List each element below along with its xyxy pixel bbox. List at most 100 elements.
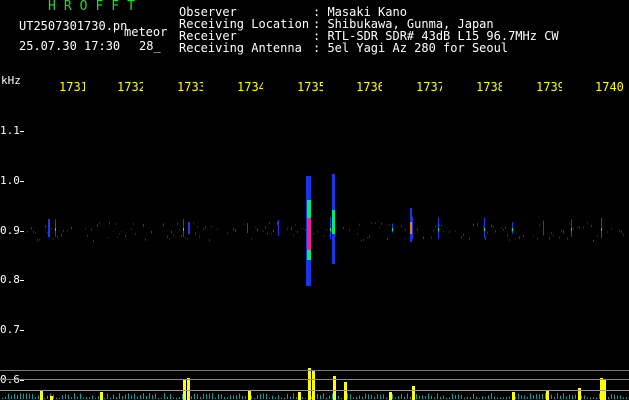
noise-speck <box>99 222 100 224</box>
noise-speck <box>121 230 122 233</box>
noise-trace <box>503 397 504 399</box>
meteor-streak-core <box>512 228 513 231</box>
signal-trace-spike <box>308 368 311 400</box>
noise-speck <box>97 224 98 227</box>
noise-trace <box>35 396 36 399</box>
noise-trace <box>86 396 87 399</box>
noise-speck <box>211 225 212 228</box>
noise-trace <box>182 394 183 399</box>
noise-trace <box>476 396 477 399</box>
noise-trace <box>71 397 72 399</box>
noise-trace <box>131 395 132 399</box>
noise-trace <box>224 396 225 399</box>
noise-trace <box>515 397 516 399</box>
noise-speck <box>119 233 120 235</box>
noise-speck <box>51 228 52 230</box>
noise-trace <box>371 394 372 399</box>
noise-speck <box>579 226 580 229</box>
noise-trace <box>191 396 192 399</box>
noise-trace <box>203 393 204 399</box>
noise-trace <box>32 394 33 399</box>
noise-speck <box>93 239 94 242</box>
noise-trace <box>176 397 177 399</box>
noise-speck <box>433 229 434 232</box>
noise-trace <box>401 394 402 399</box>
noise-speck <box>209 239 210 242</box>
noise-trace <box>530 393 531 399</box>
noise-speck <box>61 234 62 237</box>
noise-trace <box>494 396 495 399</box>
noise-trace <box>20 393 21 399</box>
noise-speck <box>583 226 584 229</box>
noise-speck <box>389 224 390 226</box>
signal-trace-spike <box>344 382 347 400</box>
noise-speck <box>437 225 438 227</box>
noise-trace <box>482 396 483 399</box>
noise-speck <box>195 231 196 235</box>
noise-trace <box>425 396 426 399</box>
noise-speck <box>371 222 372 224</box>
noise-trace <box>320 395 321 399</box>
noise-trace <box>128 393 129 399</box>
noise-trace <box>326 397 327 399</box>
noise-trace <box>92 395 93 399</box>
noise-speck <box>473 223 474 226</box>
meteor-streak <box>48 218 50 238</box>
noise-trace <box>362 396 363 399</box>
noise-speck <box>553 234 554 237</box>
signal-trace-spike <box>512 392 515 400</box>
noise-speck <box>561 230 562 232</box>
noise-trace <box>260 393 261 399</box>
noise-trace <box>263 393 264 399</box>
noise-speck <box>511 229 512 231</box>
noise-trace <box>551 394 552 399</box>
noise-trace <box>359 395 360 399</box>
noise-speck <box>597 234 598 238</box>
noise-trace <box>356 396 357 399</box>
noise-trace <box>275 397 276 399</box>
noise-speck <box>163 223 164 227</box>
noise-speck <box>439 223 440 227</box>
signal-trace-spike <box>600 378 603 400</box>
noise-trace <box>56 397 57 399</box>
noise-trace <box>236 395 237 399</box>
noise-trace <box>2 397 3 399</box>
noise-trace <box>284 397 285 399</box>
noise-trace <box>545 393 546 399</box>
noise-speck <box>343 227 344 230</box>
noise-speck <box>503 229 504 231</box>
noise-trace <box>383 394 384 399</box>
signal-trace-spike <box>187 378 190 400</box>
signal-trace-spike <box>412 386 415 400</box>
noise-trace <box>317 393 318 399</box>
noise-speck <box>235 229 236 232</box>
noise-trace <box>536 394 537 399</box>
noise-speck <box>363 239 364 241</box>
noise-trace <box>134 393 135 399</box>
noise-speck <box>27 231 28 233</box>
noise-speck <box>39 239 40 241</box>
noise-trace <box>347 393 348 399</box>
noise-speck <box>573 227 574 230</box>
noise-trace <box>626 397 627 399</box>
noise-speck <box>303 227 304 230</box>
noise-speck <box>367 237 368 239</box>
noise-trace <box>11 395 12 399</box>
noise-trace <box>239 393 240 399</box>
noise-trace <box>80 393 81 399</box>
noise-trace <box>77 396 78 399</box>
noise-speck <box>477 223 478 226</box>
noise-trace <box>572 395 573 399</box>
noise-speck <box>449 231 450 234</box>
noise-speck <box>35 232 36 235</box>
trace-baseline <box>0 370 629 371</box>
noise-speck <box>485 237 486 240</box>
noise-speck <box>301 228 302 230</box>
noise-trace <box>449 397 450 399</box>
noise-speck <box>87 234 88 237</box>
noise-trace <box>179 397 180 399</box>
noise-speck <box>587 222 588 224</box>
noise-trace <box>350 394 351 399</box>
noise-trace <box>542 393 543 399</box>
noise-speck <box>549 237 550 240</box>
